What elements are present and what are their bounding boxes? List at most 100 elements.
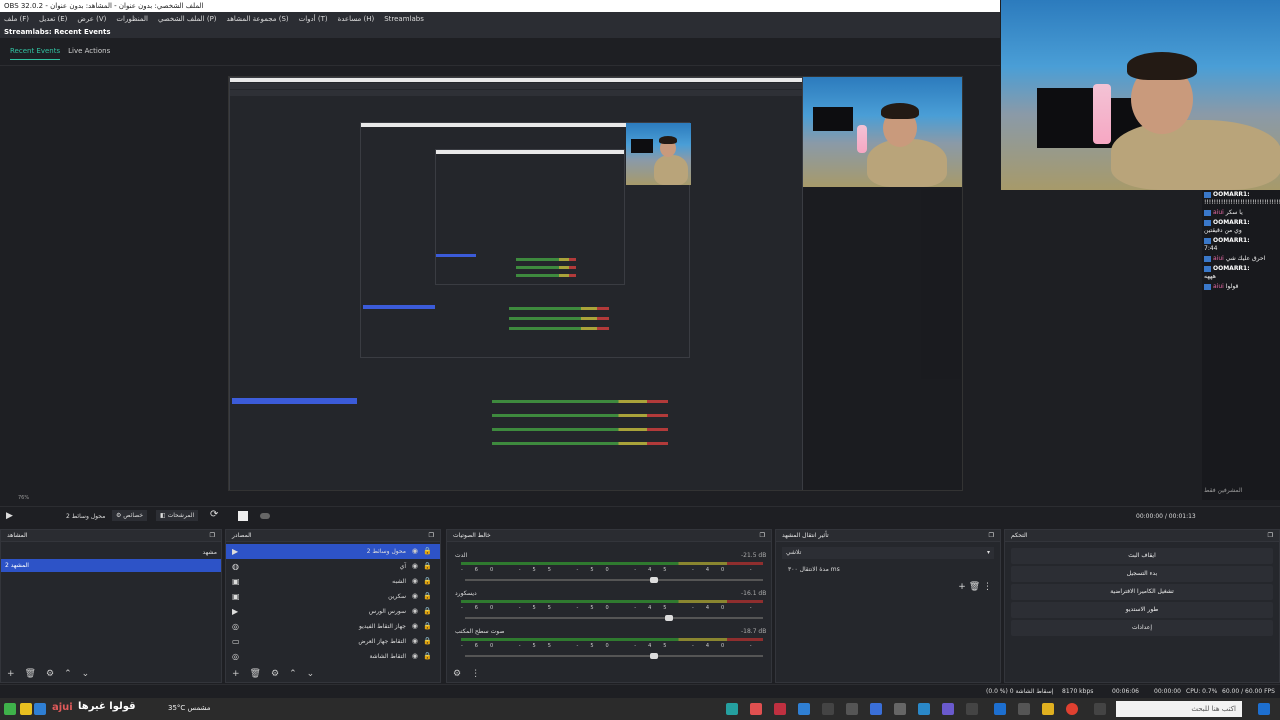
menu-view[interactable]: عرض (V) [77, 12, 106, 26]
tab-live-actions[interactable]: Live Actions [68, 42, 110, 60]
stop-icon[interactable] [238, 511, 248, 521]
move-up-icon[interactable]: ⌃ [289, 669, 297, 679]
app-icon[interactable] [20, 703, 32, 715]
lock-icon[interactable]: 🔒 [423, 574, 432, 589]
volume-slider[interactable] [465, 615, 763, 621]
filters-button[interactable]: ◧ المرشحات [156, 510, 199, 521]
chrome-icon[interactable] [1066, 703, 1078, 715]
studio-mode-button[interactable]: طور الاستديو [1011, 602, 1273, 618]
app-icon[interactable] [1018, 703, 1030, 715]
search-input[interactable]: اكتب هنا للبحث [1116, 701, 1242, 717]
scene-item[interactable]: مشهد [1, 546, 221, 559]
eye-icon[interactable]: ◉ [412, 559, 418, 574]
tab-recent-events[interactable]: Recent Events [10, 42, 61, 60]
add-source-icon[interactable]: + [232, 669, 240, 679]
source-row[interactable]: ▶ محول وسائط 2 ◉ 🔒 [226, 544, 440, 559]
eye-icon[interactable]: ◉ [412, 574, 418, 589]
app-icon[interactable] [994, 703, 1006, 715]
eye-icon[interactable]: ◉ [412, 634, 418, 649]
menu-tools[interactable]: أدوات (T) [299, 12, 328, 26]
app-icon[interactable] [894, 703, 906, 715]
menu-help[interactable]: مساعدة (H) [338, 12, 375, 26]
menu-profile[interactable]: الملف الشخصي (P) [158, 12, 217, 26]
eye-icon[interactable]: ◉ [412, 589, 418, 604]
menu-docks[interactable]: المنظورات [116, 12, 148, 26]
properties-button[interactable]: ⚙ خصائص [112, 510, 148, 521]
zoom-level[interactable]: 76% [0, 492, 228, 504]
dock-float-icon[interactable]: ❐ [210, 530, 215, 541]
dock-float-icon[interactable]: ❐ [989, 530, 994, 541]
meter-scale: -60 -55 -50 -45 -40 -35 -30 -25 -20 -15 … [461, 643, 763, 649]
app-icon[interactable] [870, 703, 882, 715]
add-scene-icon[interactable]: + [7, 669, 15, 679]
move-down-icon[interactable]: ⌄ [82, 669, 90, 679]
eye-icon[interactable]: ◉ [412, 619, 418, 634]
source-row[interactable]: ▣ سكرين ◉ 🔒 [226, 589, 440, 604]
lock-icon[interactable]: 🔒 [423, 604, 432, 619]
lock-icon[interactable]: 🔒 [423, 559, 432, 574]
eye-icon[interactable]: ◉ [412, 544, 418, 559]
scene-item-selected[interactable]: المشهد 2 [1, 559, 221, 572]
windows-start-icon[interactable] [1258, 703, 1270, 715]
dock-float-icon[interactable]: ❐ [429, 530, 434, 541]
source-row[interactable]: ◎ جهاز التقاط الفيديو ◉ 🔒 [226, 619, 440, 634]
source-row[interactable]: ▣ الشبه ◉ 🔒 [226, 574, 440, 589]
refresh-icon[interactable]: ⟳ [210, 509, 218, 520]
play-icon[interactable]: ▶ [6, 511, 13, 521]
volume-slider[interactable] [465, 577, 763, 583]
app-icon[interactable] [918, 703, 930, 715]
app-logo-icon[interactable] [4, 703, 16, 715]
eye-icon[interactable]: ◉ [412, 649, 418, 664]
virtual-camera-button[interactable]: تشغيل الكاميرا الافتراضية [1011, 584, 1273, 600]
app-icon[interactable] [846, 703, 858, 715]
menu-file[interactable]: ملف (F) [4, 12, 29, 26]
chat-footer: المشرفين فقط [1204, 487, 1243, 494]
lock-icon[interactable]: 🔒 [423, 649, 432, 664]
app-icon[interactable] [750, 703, 762, 715]
settings-button[interactable]: إعدادات [1011, 620, 1273, 636]
lock-icon[interactable]: 🔒 [423, 544, 432, 559]
source-row[interactable]: ▭ التقاط جهاز العرض ◉ 🔒 [226, 634, 440, 649]
remove-scene-icon[interactable]: 🗑 [25, 669, 36, 679]
meter-scale: -60 -55 -50 -45 -40 -35 -30 -25 -20 -15 … [461, 567, 763, 573]
menu-streamlabs[interactable]: Streamlabs [384, 12, 424, 26]
source-settings-icon[interactable]: ⚙ [271, 669, 279, 679]
eye-icon[interactable]: ◉ [412, 604, 418, 619]
folder-icon[interactable] [1042, 703, 1054, 715]
lock-icon[interactable]: 🔒 [423, 589, 432, 604]
app-icon[interactable] [34, 703, 46, 715]
volume-slider[interactable] [465, 653, 763, 659]
source-row[interactable]: ▶ سورس الورس ◉ 🔒 [226, 604, 440, 619]
move-down-icon[interactable]: ⌄ [307, 669, 315, 679]
menu-edit[interactable]: تعديل (E) [39, 12, 67, 26]
preview-canvas[interactable] [228, 76, 963, 491]
toggle-icon[interactable] [260, 513, 270, 519]
menu-scene-collection[interactable]: مجموعة المشاهد (S) [227, 12, 289, 26]
source-row[interactable]: ◎ التقاط الشاشة ◉ 🔒 [226, 649, 440, 664]
mixer-settings-icon[interactable]: ⚙ [453, 669, 461, 679]
app-icon[interactable] [822, 703, 834, 715]
app-icon[interactable] [966, 703, 978, 715]
remove-source-icon[interactable]: 🗑 [250, 669, 261, 679]
weather[interactable]: 35°C مشمس [168, 704, 211, 712]
source-row[interactable]: ◍ آي ◉ 🔒 [226, 559, 440, 574]
volume-knob[interactable] [664, 615, 673, 621]
mixer-menu-icon[interactable]: ⋮ [471, 669, 480, 679]
volume-knob[interactable] [649, 577, 658, 583]
transition-select[interactable]: تلاشي ▾ [782, 547, 994, 559]
app-icon[interactable] [774, 703, 786, 715]
lock-icon[interactable]: 🔒 [423, 634, 432, 649]
move-up-icon[interactable]: ⌃ [64, 669, 72, 679]
dock-float-icon[interactable]: ❐ [1268, 530, 1273, 541]
lock-icon[interactable]: 🔒 [423, 619, 432, 634]
app-icon[interactable] [942, 703, 954, 715]
app-icon[interactable] [798, 703, 810, 715]
volume-knob[interactable] [649, 653, 658, 659]
stop-streaming-button[interactable]: ايقاف البث [1011, 548, 1273, 564]
transition-add-icon[interactable]: + 🗑 ⋮ [958, 582, 992, 592]
app-icon[interactable] [726, 703, 738, 715]
scene-settings-icon[interactable]: ⚙ [46, 669, 54, 679]
task-view-icon[interactable] [1094, 703, 1106, 715]
dock-float-icon[interactable]: ❐ [760, 530, 765, 541]
start-recording-button[interactable]: بدء التسجيل [1011, 566, 1273, 582]
